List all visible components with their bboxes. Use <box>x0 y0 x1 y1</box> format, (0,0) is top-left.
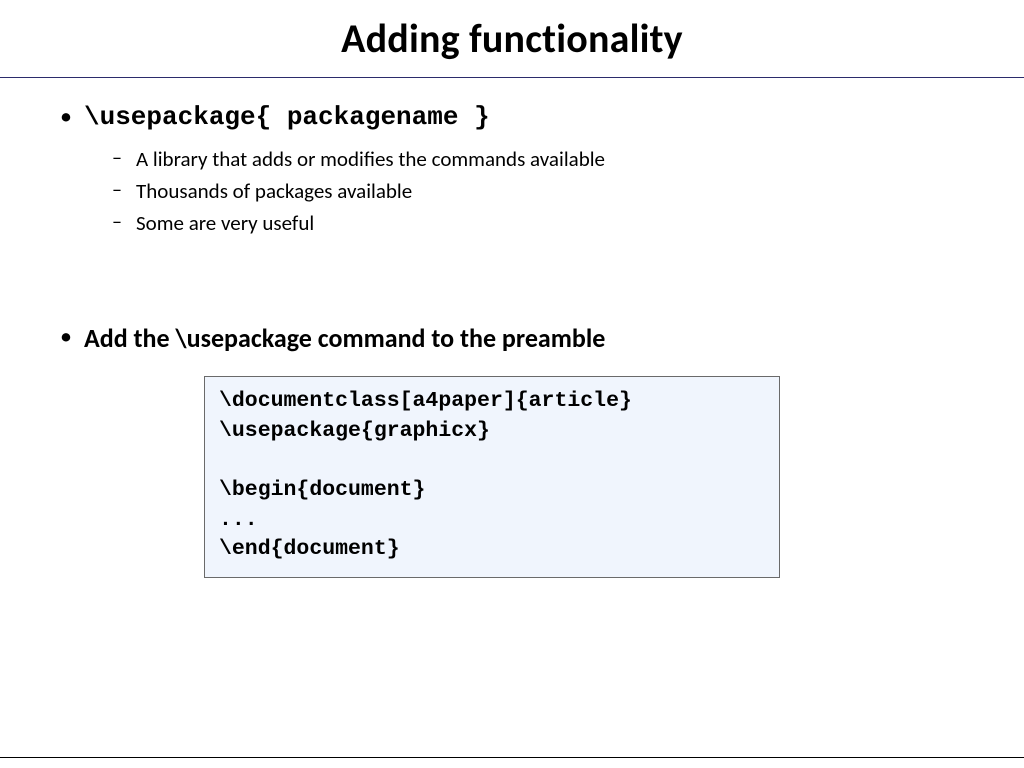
sub-bullet: A library that adds or modifies the comm… <box>112 146 968 172</box>
code-line: \usepackage{graphicx} <box>219 417 765 447</box>
code-line: \documentclass[a4paper]{article} <box>219 387 765 417</box>
code-line: ... <box>219 506 765 536</box>
bullet-preamble-text: Add the \usepackage command to the pream… <box>84 322 605 354</box>
bullet-usepackage-text: \usepackage{ packagename } <box>84 102 490 132</box>
slide-title: Adding functionality <box>0 14 1024 63</box>
code-line <box>219 446 765 476</box>
bullet-usepackage: \usepackage{ packagename } A library tha… <box>56 102 968 236</box>
code-example-box: \documentclass[a4paper]{article} \usepac… <box>204 376 780 578</box>
slide-body: \usepackage{ packagename } A library tha… <box>0 78 1024 578</box>
sub-bullet: Thousands of packages available <box>112 178 968 204</box>
code-line: \end{document} <box>219 535 765 565</box>
code-line: \begin{document} <box>219 476 765 506</box>
footer-divider <box>0 757 1024 758</box>
bullet-preamble: Add the \usepackage command to the pream… <box>56 322 968 354</box>
sub-bullet: Some are very useful <box>112 210 968 236</box>
